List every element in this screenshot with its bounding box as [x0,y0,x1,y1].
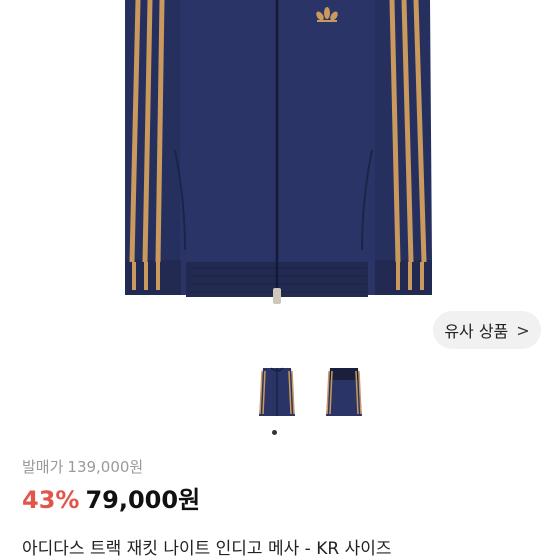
original-price-value: 139,000원 [67,458,144,476]
sale-price: 79,000원 [85,486,201,514]
similar-products-label: 유사 상품 [444,322,509,341]
thumbnail-1[interactable] [257,366,307,426]
carousel-dot-active [272,430,277,435]
product-title: 아디다스 트랙 재킷 나이트 인디고 메사 - KR 사이즈 [22,539,392,559]
thumbnail-strip [252,366,372,426]
thumbnail-2[interactable] [324,366,374,426]
discount-rate: 43% [22,486,80,514]
price-row: 43% 79,000원 [22,480,200,515]
similar-products-button[interactable]: 유사 상품 > [433,311,541,349]
original-price: 발매가 139,000원 [22,456,143,477]
carousel-indicator [272,430,277,435]
chevron-right-icon: > [516,320,530,340]
original-price-label: 발매가 [22,458,64,476]
